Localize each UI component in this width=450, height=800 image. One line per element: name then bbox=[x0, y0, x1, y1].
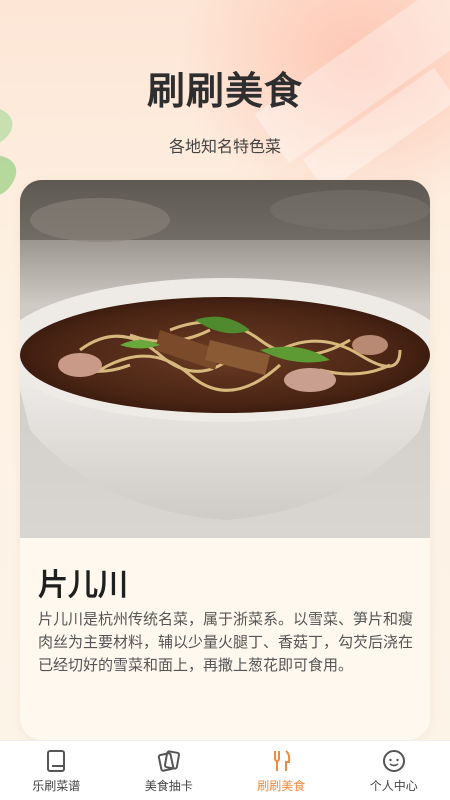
food-card[interactable]: 片儿川 片儿川是杭州传统名菜，属于浙菜系。以雪菜、笋片和瘦肉丝为主要材料，辅以少… bbox=[20, 180, 430, 740]
tab-profile[interactable]: 个人中心 bbox=[338, 741, 450, 800]
fork-knife-icon bbox=[274, 749, 291, 771]
page-subtitle: 各地知名特色菜 bbox=[168, 137, 281, 156]
dish-photo bbox=[20, 180, 430, 538]
tab-recipes[interactable]: 乐刷菜谱 bbox=[0, 741, 113, 800]
tab-label: 美食抽卡 bbox=[144, 778, 193, 793]
tab-label: 乐刷菜谱 bbox=[32, 778, 81, 793]
dish-description: 片儿川是杭州传统名菜，属于浙菜系。以雪菜、笋片和瘦肉丝为主要材料，辅以少量火腿丁… bbox=[38, 610, 414, 674]
book-icon bbox=[47, 749, 66, 772]
bottom-tab-bar: 乐刷菜谱 美食抽卡 刷刷美食 个人中心 bbox=[0, 740, 450, 800]
tab-label: 刷刷美食 bbox=[257, 778, 306, 793]
page-title: 刷刷美食 bbox=[146, 69, 303, 113]
tab-food-cards[interactable]: 美食抽卡 bbox=[113, 741, 226, 800]
tab-browse-food[interactable]: 刷刷美食 bbox=[225, 741, 338, 800]
face-icon bbox=[382, 749, 405, 772]
cards-icon bbox=[157, 749, 180, 772]
page-header: 刷刷美食 各地知名特色菜 bbox=[0, 60, 450, 157]
tab-label: 个人中心 bbox=[369, 778, 418, 793]
dish-name: 片儿川 bbox=[38, 568, 128, 603]
